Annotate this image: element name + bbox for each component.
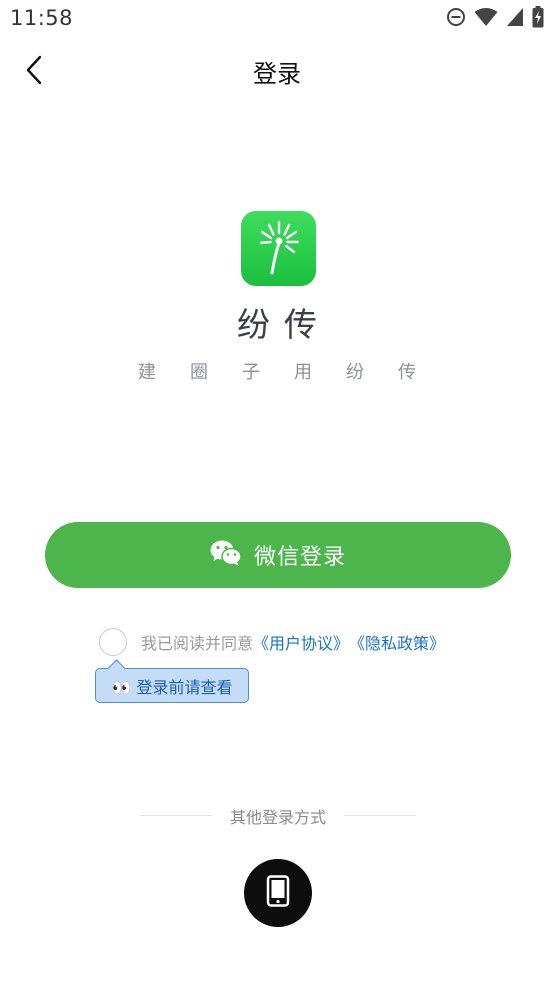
wechat-login-label: 微信登录 [253, 545, 346, 570]
tooltip-text: 👀 登录前请查看 [111, 677, 233, 697]
signal-icon [506, 7, 524, 27]
app-name: 纷传 [237, 305, 331, 344]
phone-icon [266, 875, 290, 911]
nav-bar: 登录 [0, 38, 554, 102]
privacy-policy-link[interactable]: 《隐私政策》 [349, 630, 445, 654]
phone-login-button[interactable] [244, 859, 312, 927]
page-title: 登录 [253, 60, 301, 88]
app-logo [241, 211, 316, 286]
agreement-row: 我已阅读并同意 《用户协议》 《隐私政策》 [99, 628, 445, 656]
user-agreement-link[interactable]: 《用户协议》 [253, 630, 349, 654]
do-not-disturb-icon [446, 7, 466, 27]
agreement-tooltip: 👀 登录前请查看 [95, 659, 249, 703]
other-login-label: 其他登录方式 [229, 808, 326, 827]
wechat-icon [210, 539, 242, 571]
battery-charging-icon [532, 6, 544, 28]
status-time: 11:58 [10, 6, 74, 30]
divider-right [344, 815, 416, 816]
wechat-login-button[interactable]: 微信登录 [45, 522, 511, 588]
wifi-icon [474, 7, 498, 27]
status-icons [446, 6, 544, 28]
dandelion-logo-icon [257, 219, 301, 279]
agreement-checkbox[interactable] [99, 628, 127, 656]
other-login-section: 其他登录方式 [140, 804, 416, 828]
agreement-text: 我已阅读并同意 [141, 634, 254, 653]
app-slogan: 建圈子用纷传 [138, 362, 450, 383]
status-bar: 11:58 [0, 0, 554, 38]
